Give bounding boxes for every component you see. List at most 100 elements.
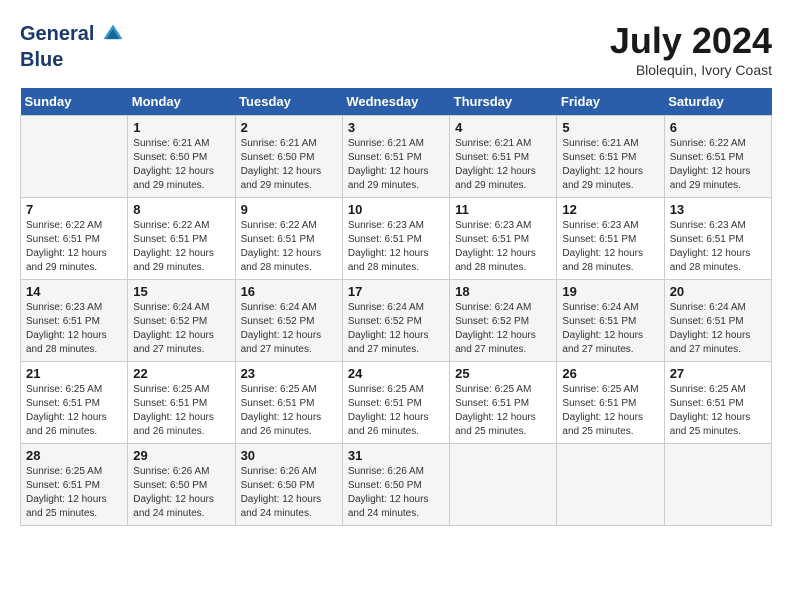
- day-detail: Sunrise: 6:21 AMSunset: 6:51 PMDaylight:…: [562, 137, 658, 193]
- day-detail: Sunrise: 6:25 AMSunset: 6:51 PMDaylight:…: [455, 383, 551, 439]
- day-number: 8: [133, 202, 229, 217]
- day-number: 10: [348, 202, 444, 217]
- day-detail: Sunrise: 6:21 AMSunset: 6:50 PMDaylight:…: [133, 137, 229, 193]
- day-cell: 19 Sunrise: 6:24 AMSunset: 6:51 PMDayligh…: [557, 280, 664, 362]
- day-detail: Sunrise: 6:22 AMSunset: 6:51 PMDaylight:…: [241, 219, 337, 275]
- day-detail: Sunrise: 6:25 AMSunset: 6:51 PMDaylight:…: [241, 383, 337, 439]
- day-cell: 26Sunrise: 6:25 AMSunset: 6:51 PMDayligh…: [557, 362, 664, 444]
- day-detail: Sunrise: 6:23 AMSunset: 6:51 PMDaylight:…: [562, 219, 658, 275]
- day-detail: Sunrise: 6:25 AMSunset: 6:51 PMDaylight:…: [670, 383, 766, 439]
- day-cell: 2 Sunrise: 6:21 AMSunset: 6:50 PMDaylight…: [235, 116, 342, 198]
- day-number: 25: [455, 366, 551, 381]
- day-cell: 31Sunrise: 6:26 AMSunset: 6:50 PMDayligh…: [342, 444, 449, 526]
- day-cell: 11 Sunrise: 6:23 AMSunset: 6:51 PMDayligh…: [450, 198, 557, 280]
- day-detail: Sunrise: 6:21 AMSunset: 6:50 PMDaylight:…: [241, 137, 337, 193]
- day-number: 3: [348, 120, 444, 135]
- month-year: July 2024: [610, 20, 772, 62]
- day-detail: Sunrise: 6:21 AMSunset: 6:51 PMDaylight:…: [348, 137, 444, 193]
- day-cell: 13 Sunrise: 6:23 AMSunset: 6:51 PMDayligh…: [664, 198, 771, 280]
- logo: General Blue: [20, 20, 125, 72]
- day-cell: 24 Sunrise: 6:25 AMSunset: 6:51 PMDayligh…: [342, 362, 449, 444]
- day-detail: Sunrise: 6:23 AMSunset: 6:51 PMDaylight:…: [26, 301, 122, 357]
- page-header: General Blue July 2024 Blolequin, Ivory …: [20, 20, 772, 78]
- day-detail: Sunrise: 6:22 AMSunset: 6:51 PMDaylight:…: [26, 219, 122, 275]
- day-detail: Sunrise: 6:25 AMSunset: 6:51 PMDaylight:…: [348, 383, 444, 439]
- day-detail: Sunrise: 6:26 AMSunset: 6:50 PMDaylight:…: [241, 465, 337, 521]
- day-number: 14: [26, 284, 122, 299]
- day-detail: Sunrise: 6:24 AMSunset: 6:52 PMDaylight:…: [455, 301, 551, 357]
- day-cell: [664, 444, 771, 526]
- day-cell: 3 Sunrise: 6:21 AMSunset: 6:51 PMDaylight…: [342, 116, 449, 198]
- day-cell: 27 Sunrise: 6:25 AMSunset: 6:51 PMDayligh…: [664, 362, 771, 444]
- day-detail: Sunrise: 6:24 AMSunset: 6:52 PMDaylight:…: [348, 301, 444, 357]
- day-cell: 23 Sunrise: 6:25 AMSunset: 6:51 PMDayligh…: [235, 362, 342, 444]
- day-cell: 5 Sunrise: 6:21 AMSunset: 6:51 PMDaylight…: [557, 116, 664, 198]
- day-number: 5: [562, 120, 658, 135]
- day-cell: 22 Sunrise: 6:25 AMSunset: 6:51 PMDayligh…: [128, 362, 235, 444]
- day-cell: 16 Sunrise: 6:24 AMSunset: 6:52 PMDayligh…: [235, 280, 342, 362]
- weekday-header-friday: Friday: [557, 88, 664, 116]
- day-number: 24: [348, 366, 444, 381]
- day-detail: Sunrise: 6:23 AMSunset: 6:51 PMDaylight:…: [455, 219, 551, 275]
- day-detail: Sunrise: 6:24 AMSunset: 6:51 PMDaylight:…: [562, 301, 658, 357]
- day-detail: Sunrise: 6:23 AMSunset: 6:51 PMDaylight:…: [348, 219, 444, 275]
- week-row-3: 14 Sunrise: 6:23 AMSunset: 6:51 PMDayligh…: [21, 280, 772, 362]
- day-cell: 6Sunrise: 6:22 AMSunset: 6:51 PMDaylight…: [664, 116, 771, 198]
- day-number: 20: [670, 284, 766, 299]
- day-number: 4: [455, 120, 551, 135]
- day-cell: 17 Sunrise: 6:24 AMSunset: 6:52 PMDayligh…: [342, 280, 449, 362]
- day-cell: 18 Sunrise: 6:24 AMSunset: 6:52 PMDayligh…: [450, 280, 557, 362]
- week-row-5: 28 Sunrise: 6:25 AMSunset: 6:51 PMDayligh…: [21, 444, 772, 526]
- day-detail: Sunrise: 6:25 AMSunset: 6:51 PMDaylight:…: [26, 465, 122, 521]
- day-number: 11: [455, 202, 551, 217]
- weekday-header-tuesday: Tuesday: [235, 88, 342, 116]
- location: Blolequin, Ivory Coast: [610, 62, 772, 78]
- logo-blue: Blue: [20, 49, 63, 71]
- day-number: 1: [133, 120, 229, 135]
- day-detail: Sunrise: 6:22 AMSunset: 6:51 PMDaylight:…: [670, 137, 766, 193]
- day-number: 29: [133, 448, 229, 463]
- day-cell: 15 Sunrise: 6:24 AMSunset: 6:52 PMDayligh…: [128, 280, 235, 362]
- day-number: 27: [670, 366, 766, 381]
- day-detail: Sunrise: 6:24 AMSunset: 6:52 PMDaylight:…: [133, 301, 229, 357]
- day-detail: Sunrise: 6:25 AMSunset: 6:51 PMDaylight:…: [26, 383, 122, 439]
- day-cell: 14 Sunrise: 6:23 AMSunset: 6:51 PMDayligh…: [21, 280, 128, 362]
- day-number: 23: [241, 366, 337, 381]
- day-number: 9: [241, 202, 337, 217]
- day-cell: 1 Sunrise: 6:21 AMSunset: 6:50 PMDaylight…: [128, 116, 235, 198]
- day-number: 17: [348, 284, 444, 299]
- logo-icon: [102, 23, 124, 45]
- day-detail: Sunrise: 6:23 AMSunset: 6:51 PMDaylight:…: [670, 219, 766, 275]
- day-detail: Sunrise: 6:25 AMSunset: 6:51 PMDaylight:…: [133, 383, 229, 439]
- day-number: 21: [26, 366, 122, 381]
- day-number: 18: [455, 284, 551, 299]
- day-cell: 8Sunrise: 6:22 AMSunset: 6:51 PMDaylight…: [128, 198, 235, 280]
- day-number: 30: [241, 448, 337, 463]
- weekday-header-wednesday: Wednesday: [342, 88, 449, 116]
- day-number: 13: [670, 202, 766, 217]
- weekday-header-monday: Monday: [128, 88, 235, 116]
- day-number: 22: [133, 366, 229, 381]
- day-cell: [450, 444, 557, 526]
- day-number: 19: [562, 284, 658, 299]
- weekday-header-thursday: Thursday: [450, 88, 557, 116]
- day-number: 2: [241, 120, 337, 135]
- day-detail: Sunrise: 6:26 AMSunset: 6:50 PMDaylight:…: [133, 465, 229, 521]
- title-area: July 2024 Blolequin, Ivory Coast: [610, 20, 772, 78]
- day-number: 15: [133, 284, 229, 299]
- calendar-table: SundayMondayTuesdayWednesdayThursdayFrid…: [20, 88, 772, 526]
- day-cell: [557, 444, 664, 526]
- day-cell: 30 Sunrise: 6:26 AMSunset: 6:50 PMDayligh…: [235, 444, 342, 526]
- week-row-4: 21 Sunrise: 6:25 AMSunset: 6:51 PMDayligh…: [21, 362, 772, 444]
- day-cell: 4Sunrise: 6:21 AMSunset: 6:51 PMDaylight…: [450, 116, 557, 198]
- day-number: 28: [26, 448, 122, 463]
- weekday-header-sunday: Sunday: [21, 88, 128, 116]
- day-number: 16: [241, 284, 337, 299]
- day-cell: 20Sunrise: 6:24 AMSunset: 6:51 PMDayligh…: [664, 280, 771, 362]
- day-cell: 29 Sunrise: 6:26 AMSunset: 6:50 PMDayligh…: [128, 444, 235, 526]
- day-detail: Sunrise: 6:24 AMSunset: 6:52 PMDaylight:…: [241, 301, 337, 357]
- day-number: 31: [348, 448, 444, 463]
- week-row-1: 1 Sunrise: 6:21 AMSunset: 6:50 PMDaylight…: [21, 116, 772, 198]
- day-cell: 10 Sunrise: 6:23 AMSunset: 6:51 PMDayligh…: [342, 198, 449, 280]
- day-detail: Sunrise: 6:25 AMSunset: 6:51 PMDaylight:…: [562, 383, 658, 439]
